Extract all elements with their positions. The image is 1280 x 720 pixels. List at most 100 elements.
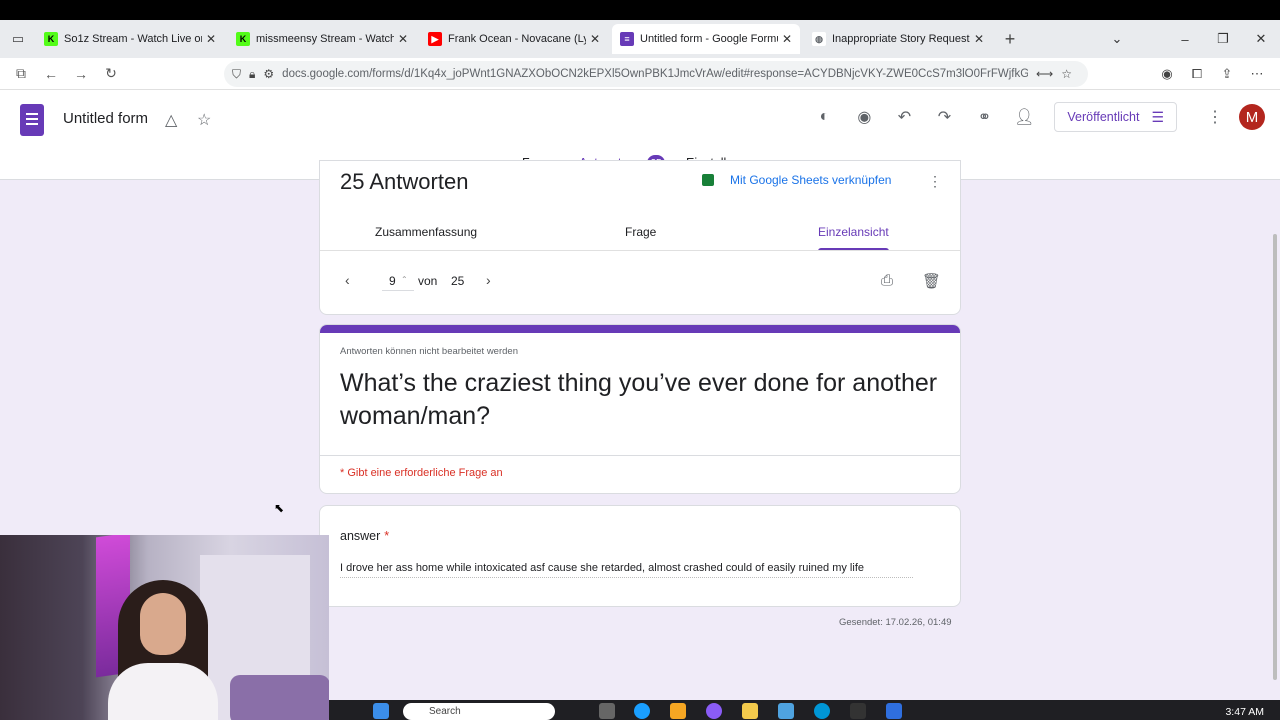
published-button[interactable]: Veröffentlicht ☰ xyxy=(1054,102,1177,132)
google-sheets-icon xyxy=(702,174,714,186)
profile-icon[interactable]: ◉ xyxy=(1152,66,1182,82)
add-collaborator-icon[interactable]: 👤︎ xyxy=(1004,107,1044,127)
undo-icon[interactable]: ↶ xyxy=(884,107,924,127)
bookmark-star-icon[interactable]: ☆ xyxy=(1061,67,1072,81)
form-title[interactable]: Untitled form xyxy=(63,110,148,127)
translate-icon[interactable]: ⟷ xyxy=(1036,67,1053,81)
not-editable-note: Antworten können nicht bearbeitet werden xyxy=(340,346,518,357)
app-icon[interactable] xyxy=(670,703,686,719)
lock-icon: 🔒︎ xyxy=(249,66,256,81)
of-label: von xyxy=(418,274,438,288)
answer-label: answer * xyxy=(340,529,389,543)
previous-response-icon[interactable]: ‹ xyxy=(345,272,350,288)
browser-tab-3[interactable]: ▶ Frank Ocean - Novacane (Lyrics ✕ xyxy=(420,24,608,54)
close-tab-icon[interactable]: ✕ xyxy=(782,32,792,46)
store-icon[interactable] xyxy=(778,703,794,719)
new-tab-icon[interactable]: + xyxy=(996,25,1024,53)
browser-tab-2[interactable]: K missmeensy Stream - Watch Liv ✕ xyxy=(228,24,416,54)
taskbar-search[interactable]: Search xyxy=(403,703,555,720)
workspace-icon[interactable]: ⧉ xyxy=(6,65,36,82)
browser-tab-bar: ▭ K So1z Stream - Watch Live on Ki ✕ K m… xyxy=(0,20,1280,58)
scrollbar[interactable] xyxy=(1273,234,1277,680)
redo-icon[interactable]: ↷ xyxy=(924,107,964,127)
site-settings-icon[interactable]: ⚙ xyxy=(263,67,274,81)
question-title: What’s the craziest thing you’ve ever do… xyxy=(340,369,938,430)
share-icon[interactable]: ⇪ xyxy=(1212,66,1242,82)
back-icon[interactable]: ← xyxy=(36,66,66,82)
tab-title: Untitled form - Google Formula xyxy=(640,33,778,45)
browser-tab-4-active[interactable]: ≡ Untitled form - Google Formula ✕ xyxy=(612,24,800,54)
delete-icon[interactable]: 🗑︎ xyxy=(922,272,941,290)
kick-icon: K xyxy=(44,32,58,46)
stepper-arrows-icon[interactable]: ⌃ xyxy=(401,275,408,284)
tab-list-chevron-icon[interactable]: ⌄ xyxy=(1098,31,1136,47)
browser-tab-5[interactable]: ◍ Inappropriate Story Request ✕ xyxy=(804,24,992,54)
palette-icon[interactable]: ◐ xyxy=(804,108,844,126)
star-icon[interactable]: ☆ xyxy=(197,110,211,130)
address-bar[interactable]: ⛉ 🔒︎ ⚙ docs.google.com/forms/d/1Kq4x_joP… xyxy=(224,61,1088,87)
total-responses: 25 xyxy=(451,274,465,288)
form-toolbar: ◐ ◉ ↶ ↷ ⚭ 👤︎ Veröffentlicht ☰ ⋮ M xyxy=(804,102,1280,132)
kick-icon: K xyxy=(236,32,250,46)
edge-icon[interactable] xyxy=(634,703,650,719)
google-forms-icon: ≡ xyxy=(620,32,634,46)
subtab-summary[interactable]: Zusammenfassung xyxy=(375,225,477,239)
menu-icon[interactable]: ⋯ xyxy=(1242,66,1272,82)
response-number-stepper[interactable] xyxy=(382,269,414,291)
reload-icon[interactable]: ↻ xyxy=(96,65,126,82)
restore-icon[interactable]: ❐ xyxy=(1204,31,1242,47)
minimize-icon[interactable]: – xyxy=(1166,32,1204,47)
close-tab-icon[interactable]: ✕ xyxy=(398,32,408,46)
chat-icon[interactable] xyxy=(706,703,722,719)
file-explorer-icon[interactable] xyxy=(742,703,758,719)
link-icon[interactable]: ⚭ xyxy=(964,107,1004,127)
app-icon[interactable] xyxy=(850,703,866,719)
clock[interactable]: 3:47 AM xyxy=(1225,706,1264,718)
answer-label-text: answer xyxy=(340,529,381,543)
forward-icon[interactable]: → xyxy=(66,66,96,82)
divider xyxy=(320,455,960,456)
tune-icon: ☰ xyxy=(1151,108,1164,125)
toolbar-icons: ◉ ⧠ ⇪ ⋯ xyxy=(1152,58,1272,90)
app-icon[interactable] xyxy=(886,703,902,719)
published-label: Veröffentlicht xyxy=(1067,110,1140,124)
link-to-sheets[interactable]: Mit Google Sheets verknüpfen xyxy=(730,173,891,187)
google-forms-logo[interactable] xyxy=(20,104,44,136)
screen-top-strip xyxy=(0,0,1280,20)
task-view-icon[interactable] xyxy=(599,703,615,719)
preview-eye-icon[interactable]: ◉ xyxy=(844,107,884,127)
tab-title: missmeensy Stream - Watch Liv xyxy=(256,33,394,45)
subtab-individual[interactable]: Einzelansicht xyxy=(818,225,889,251)
close-tab-icon[interactable]: ✕ xyxy=(206,32,216,46)
windows-taskbar: Search 3:47 AM xyxy=(329,700,1280,720)
extensions-icon[interactable]: ⧠ xyxy=(1182,66,1212,82)
mouse-cursor-icon: ⬉ xyxy=(274,501,285,515)
submitted-timestamp: Gesendet: 17.02.26, 01:49 xyxy=(839,617,952,628)
tab-title: So1z Stream - Watch Live on Ki xyxy=(64,33,202,45)
close-tab-icon[interactable]: ✕ xyxy=(974,32,984,46)
globe-icon: ◍ xyxy=(812,32,826,46)
answer-value: I drove her ass home while intoxicated a… xyxy=(340,562,913,578)
tab-actions-icon[interactable]: ▭ xyxy=(4,25,32,53)
avatar[interactable]: M xyxy=(1239,104,1265,130)
move-to-drive-icon[interactable]: △ xyxy=(165,110,177,130)
hp-icon[interactable] xyxy=(814,703,830,719)
tab-title: Inappropriate Story Request xyxy=(832,33,970,45)
more-options-icon[interactable]: ⋮ xyxy=(928,173,942,190)
print-icon[interactable]: ⎙ xyxy=(881,272,893,289)
answer-card: answer * I drove her ass home while intox… xyxy=(319,505,961,607)
more-options-icon[interactable]: ⋮ xyxy=(1195,107,1235,127)
webcam-overlay xyxy=(0,535,329,720)
subtab-question[interactable]: Frage xyxy=(625,225,656,239)
windows-start-icon[interactable] xyxy=(373,703,389,719)
window-controls: ⌄ – ❐ ✕ xyxy=(1098,20,1280,58)
responses-summary-card: 25 Antworten Mit Google Sheets verknüpfe… xyxy=(319,160,961,315)
current-response-number: 9 xyxy=(389,274,396,288)
close-window-icon[interactable]: ✕ xyxy=(1242,31,1280,47)
next-response-icon[interactable]: › xyxy=(486,272,491,288)
close-tab-icon[interactable]: ✕ xyxy=(590,32,600,46)
shield-icon: ⛉ xyxy=(232,66,242,81)
address-row: ⧉ ← → ↻ ⛉ 🔒︎ ⚙ docs.google.com/forms/d/1… xyxy=(0,58,1280,90)
browser-tab-1[interactable]: K So1z Stream - Watch Live on Ki ✕ xyxy=(36,24,224,54)
responses-heading: 25 Antworten xyxy=(340,169,469,194)
